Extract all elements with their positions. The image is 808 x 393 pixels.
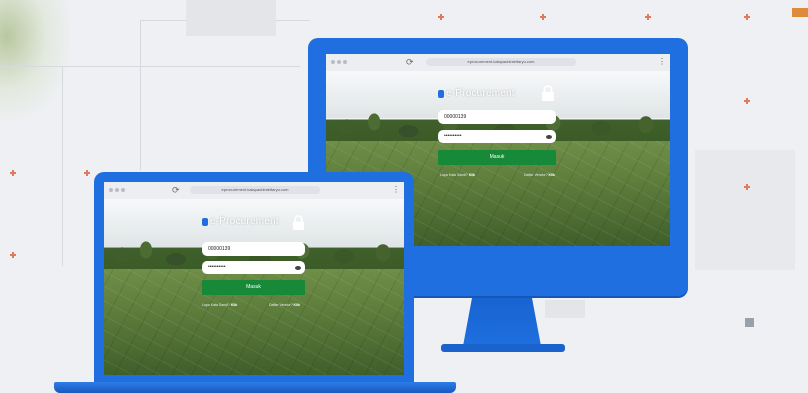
window-controls[interactable] — [109, 188, 125, 192]
login-page: e-Procurement Kalapa Rimba 00000139 ••••… — [104, 199, 404, 375]
password-field[interactable]: •••••••••• — [438, 130, 556, 143]
login-button[interactable]: Masuk — [202, 280, 305, 295]
sparkle-icon — [540, 14, 546, 20]
username-field[interactable]: 00000139 — [438, 110, 556, 124]
username-value: 00000139 — [444, 114, 467, 120]
brand-subtitle: Kalapa Rimba — [210, 226, 232, 230]
laptop-base — [54, 382, 456, 393]
kebab-menu-icon[interactable]: ⋮ — [392, 184, 400, 196]
sparkle-icon — [744, 14, 750, 20]
lock-icon — [292, 215, 305, 230]
brand-title: e-Procurement — [446, 88, 515, 99]
sparkle-icon — [84, 170, 90, 176]
corner-accent — [792, 8, 808, 17]
password-field[interactable]: •••••••••• — [202, 261, 305, 274]
background-panel — [695, 150, 795, 270]
address-bar[interactable]: eprocurement.kalapaubinteltaryu.com — [190, 186, 320, 194]
register-vendor-link[interactable]: Daftar Vendor? Klik — [269, 303, 300, 307]
sparkle-icon — [744, 184, 750, 190]
kebab-menu-icon[interactable]: ⋮ — [658, 56, 666, 68]
monitor-stand-base — [441, 344, 565, 352]
background-square — [745, 318, 754, 327]
sparkle-icon — [645, 14, 651, 20]
background-panel — [545, 300, 585, 318]
background-panel — [186, 0, 276, 36]
register-vendor-link[interactable]: Daftar Vendor? Klik — [524, 173, 555, 177]
eye-icon[interactable] — [295, 266, 301, 270]
brand-subtitle: Kalapa Rimba — [446, 99, 468, 103]
login-button[interactable]: Masuk — [438, 150, 556, 165]
browser-toolbar: ⟳ eprocurement.kalapaubinteltaryu.com ⋮ — [104, 182, 404, 200]
eye-icon[interactable] — [546, 135, 552, 139]
lock-icon — [542, 85, 554, 101]
window-controls[interactable] — [331, 60, 347, 64]
background-foliage — [0, 0, 70, 120]
sparkle-icon — [438, 14, 444, 20]
background-line — [0, 66, 300, 67]
background-line — [140, 20, 141, 170]
shield-icon — [438, 89, 444, 98]
sparkle-icon — [744, 98, 750, 104]
password-value: •••••••••• — [208, 264, 226, 270]
brand-logo: e-Procurement — [438, 88, 515, 99]
address-bar[interactable]: eprocurement.kalapaubinteltaryu.com — [426, 58, 576, 66]
monitor-stand-neck — [463, 296, 541, 346]
shield-icon — [202, 217, 208, 226]
forgot-password-link[interactable]: Lupa Kata Sandi? Klik — [440, 173, 475, 177]
password-value: •••••••••• — [444, 133, 462, 139]
laptop: ⟳ eprocurement.kalapaubinteltaryu.com ⋮ … — [94, 172, 414, 384]
sparkle-icon — [10, 170, 16, 176]
username-field[interactable]: 00000139 — [202, 242, 305, 256]
forgot-password-link[interactable]: Lupa Kata Sandi? Klik — [202, 303, 237, 307]
username-value: 00000139 — [208, 246, 231, 252]
refresh-icon[interactable]: ⟳ — [172, 185, 180, 195]
sparkle-icon — [10, 252, 16, 258]
browser-toolbar: ⟳ eprocurement.kalapaubinteltaryu.com ⋮ — [326, 54, 670, 72]
background-line — [62, 66, 63, 266]
laptop-screen: ⟳ eprocurement.kalapaubinteltaryu.com ⋮ … — [104, 182, 404, 375]
refresh-icon[interactable]: ⟳ — [406, 57, 414, 67]
